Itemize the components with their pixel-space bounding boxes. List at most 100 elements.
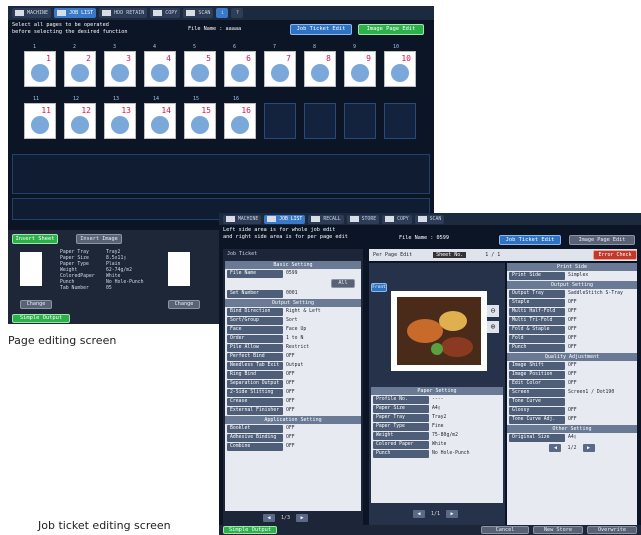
file-name-label: File Name [188, 26, 217, 32]
tab-copy-2[interactable]: COPY [382, 215, 412, 224]
output-setting-row[interactable]: Order 1 to N [227, 335, 359, 343]
page-thumbnail[interactable]: 15 15 [184, 96, 216, 139]
setting-key: Tone Curve [509, 398, 565, 406]
simple-output-button[interactable]: Simple Output [12, 314, 70, 323]
setting-value: OFF [568, 327, 577, 332]
page-thumbnail[interactable]: 55 [184, 44, 216, 87]
tab-machine[interactable]: MACHINE [12, 8, 52, 18]
quality-row[interactable]: Edit Color OFF [509, 380, 635, 388]
file-name-row[interactable]: File Name 0599 [227, 270, 359, 278]
page-output-row[interactable]: Punch OFF [509, 344, 635, 352]
quality-row[interactable]: Screen Screen1 / Dot190 [509, 389, 635, 397]
tab-job-list-2[interactable]: JOB LIST [264, 215, 306, 224]
tab-machine-2[interactable]: MACHINE [223, 215, 262, 224]
page-number: 6 [233, 44, 237, 50]
job-ticket-edit-button-2[interactable]: Job Ticket Edit [499, 235, 561, 245]
info-icon[interactable]: i [216, 8, 229, 18]
cancel-button[interactable]: Cancel [481, 526, 529, 534]
output-setting-row[interactable]: Ring Bind OFF [227, 371, 359, 379]
output-setting-row[interactable]: Sort/Group Sort [227, 317, 359, 325]
output-setting-row[interactable]: 2-Side Slitting OFF [227, 389, 359, 397]
output-setting-row[interactable]: Separation Output OFF [227, 380, 359, 388]
tab-scan[interactable]: SCAN [183, 8, 214, 18]
tab-scan-2[interactable]: SCAN [414, 215, 445, 224]
prev-page-arrow-2[interactable]: ◀ [413, 510, 425, 518]
caption-page-editing: Page editing screen [8, 334, 117, 347]
page-thumbnail[interactable]: 88 [304, 44, 336, 87]
page-thumbnail[interactable]: 11 11 [24, 96, 56, 139]
page-thumbnail[interactable]: 12 12 [64, 96, 96, 139]
tab-hdd-retain[interactable]: HDD RETAIN [99, 8, 148, 18]
set-number-row[interactable]: Set Number 0001 [227, 290, 359, 298]
prev-page-arrow[interactable]: ◀ [263, 514, 275, 522]
original-size-row[interactable]: Original Size A4▯ [509, 434, 635, 442]
paper-setting-row[interactable]: Paper Tray Tray2 [373, 414, 501, 422]
output-setting-row[interactable]: Needless Tab Exit Output [227, 362, 359, 370]
tab-job-list[interactable]: JOB LIST [54, 8, 97, 18]
error-check-button[interactable]: Error Check [593, 250, 637, 260]
paper-setting-row[interactable]: Weight 75-80g/m2 [373, 432, 501, 440]
page-thumbnail[interactable]: 13 13 [104, 96, 136, 139]
quality-row[interactable]: Image Position OFF [509, 371, 635, 379]
prev-page-arrow-3[interactable]: ◀ [549, 444, 562, 452]
page-output-row[interactable]: Fold & Staple OFF [509, 326, 635, 334]
output-setting-row[interactable]: External Finisher OFF [227, 407, 359, 415]
all-button[interactable]: All [331, 279, 355, 288]
page-thumbnail[interactable]: 16 16 [224, 96, 256, 139]
application-setting-row[interactable]: Booklet OFF [227, 425, 359, 433]
next-page-arrow-2[interactable]: ▶ [446, 510, 459, 518]
application-setting-row[interactable]: Combine OFF [227, 443, 359, 451]
image-page-edit-button[interactable]: Image Page Edit [358, 24, 424, 35]
zoom-in-icon[interactable]: ⊕ [487, 321, 499, 333]
job-ticket-edit-button[interactable]: Job Ticket Edit [290, 24, 352, 35]
page-output-row[interactable]: Fold OFF [509, 335, 635, 343]
output-setting-row[interactable]: Bind Direction Right & Left [227, 308, 359, 316]
output-setting-row[interactable]: Face Face Up [227, 326, 359, 334]
insert-image-button[interactable]: Insert Image [76, 234, 122, 244]
page-thumbnail[interactable]: 33 [104, 44, 136, 87]
help-icon[interactable]: ? [231, 8, 244, 18]
page-output-row[interactable]: Staple OFF [509, 299, 635, 307]
page-thumbnail[interactable]: 14 14 [144, 96, 176, 139]
next-page-arrow-3[interactable]: ▶ [582, 444, 595, 452]
next-page-arrow[interactable]: ▶ [296, 514, 309, 522]
zoom-out-icon[interactable]: ⊖ [487, 305, 499, 317]
change-button[interactable]: Change [20, 300, 52, 309]
front-button[interactable]: Front [371, 283, 387, 292]
print-side-row[interactable]: Print Side Simplex [509, 272, 635, 280]
application-setting-row[interactable]: Adhesive Binding OFF [227, 434, 359, 442]
overwrite-button[interactable]: Overwrite [587, 526, 637, 534]
output-setting-row[interactable]: Perfect Bind OFF [227, 353, 359, 361]
page-output-row[interactable]: Multi Tri-Fold OFF [509, 317, 635, 325]
page-output-row[interactable]: Output Tray SaddleStitch S-Tray [509, 290, 635, 298]
image-page-edit-button-2[interactable]: Image Page Edit [569, 235, 635, 245]
page-number: 10 [393, 44, 400, 50]
paper-setting-row[interactable]: Paper Size A4▯ [373, 405, 501, 413]
page-thumbnail[interactable]: 22 [64, 44, 96, 87]
page-thumbnail[interactable]: 11 [24, 44, 56, 87]
new-store-button[interactable]: New Store [533, 526, 583, 534]
output-setting-row[interactable]: Pile Allow Restrict [227, 344, 359, 352]
page-output-row[interactable]: Multi Half-Fold OFF [509, 308, 635, 316]
page-thumbnail[interactable]: 66 [224, 44, 256, 87]
simple-output-button-2[interactable]: Simple Output [223, 526, 277, 534]
change-button-2[interactable]: Change [168, 300, 200, 309]
paper-setting-row[interactable]: Profile No. ---- [373, 396, 501, 404]
setting-key: Ring Bind [227, 371, 283, 379]
page-thumbnail[interactable]: 10 10 [384, 44, 416, 87]
insert-sheet-button[interactable]: Insert Sheet [12, 234, 58, 244]
page-thumbnail[interactable]: 99 [344, 44, 376, 87]
quality-row[interactable]: Image Shift OFF [509, 362, 635, 370]
tab-store[interactable]: STORE [346, 215, 380, 224]
paper-setting-row[interactable]: Paper Type Fine [373, 423, 501, 431]
page-thumbnail[interactable]: 44 [144, 44, 176, 87]
page-thumbnail[interactable]: 77 [264, 44, 296, 87]
quality-row[interactable]: Tone Curve Adj. OFF [509, 416, 635, 424]
quality-row[interactable]: Tone Curve [509, 398, 635, 406]
tab-copy[interactable]: COPY [150, 8, 181, 18]
paper-setting-row[interactable]: Punch No Hole-Punch [373, 450, 501, 458]
quality-row[interactable]: Glossy OFF [509, 407, 635, 415]
tab-recall[interactable]: RECALL [308, 215, 344, 224]
output-setting-row[interactable]: Crease OFF [227, 398, 359, 406]
paper-setting-row[interactable]: Colored Paper White [373, 441, 501, 449]
